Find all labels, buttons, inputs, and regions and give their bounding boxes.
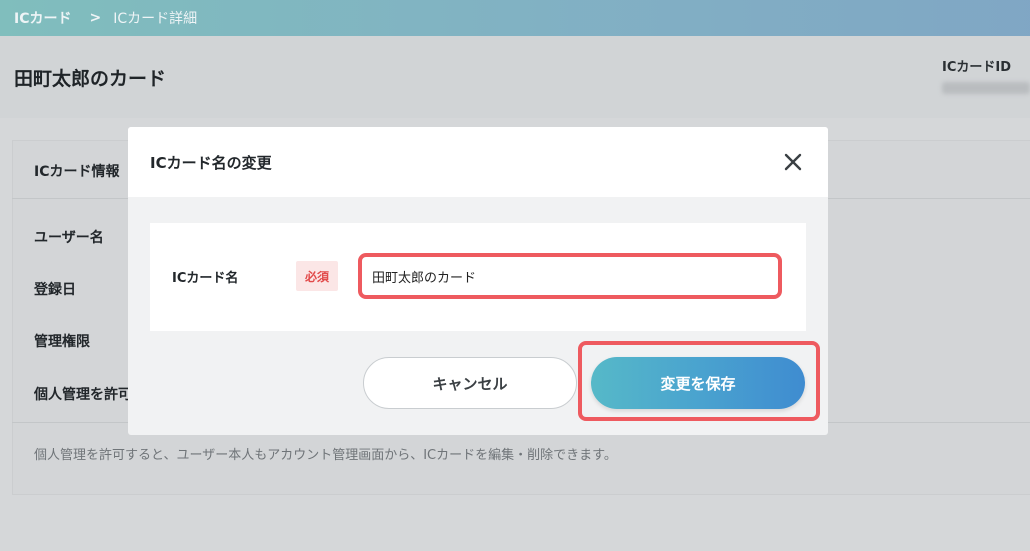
ic-card-id-label: ICカードID bbox=[942, 60, 1012, 75]
breadcrumb-separator: > bbox=[89, 10, 102, 26]
close-icon bbox=[784, 153, 802, 171]
row-label-admin-permission: 管理権限 bbox=[34, 334, 90, 350]
row-label-user-name: ユーザー名 bbox=[34, 230, 104, 246]
row-label-registration-date: 登録日 bbox=[34, 282, 76, 298]
row-label-personal-management: 個人管理を許可 bbox=[34, 387, 132, 403]
ic-card-info-title: ICカード情報 bbox=[34, 164, 120, 180]
cancel-button[interactable]: キャンセル bbox=[363, 357, 577, 409]
ic-card-name-input[interactable] bbox=[358, 253, 782, 299]
page-title: 田町太郎のカード bbox=[14, 68, 167, 90]
breadcrumb: ICカード > ICカード詳細 bbox=[0, 0, 1030, 36]
required-badge: 必須 bbox=[296, 261, 338, 291]
breadcrumb-current: ICカード詳細 bbox=[113, 11, 198, 27]
rename-modal: ICカード名の変更 ICカード名 必須 キャンセル 変更を保存 bbox=[128, 127, 828, 435]
close-button[interactable] bbox=[778, 147, 808, 177]
ic-card-name-label: ICカード名 bbox=[172, 271, 239, 286]
breadcrumb-root[interactable]: ICカード bbox=[14, 8, 71, 28]
form-panel: ICカード名 必須 bbox=[150, 223, 806, 331]
modal-header: ICカード名の変更 bbox=[128, 127, 828, 197]
personal-management-note: 個人管理を許可すると、ユーザー本人もアカウント管理画面から、ICカードを編集・削… bbox=[34, 448, 617, 463]
modal-title: ICカード名の変更 bbox=[150, 154, 272, 172]
ic-card-id-value-blurred bbox=[942, 82, 1030, 94]
save-button[interactable]: 変更を保存 bbox=[591, 357, 805, 409]
